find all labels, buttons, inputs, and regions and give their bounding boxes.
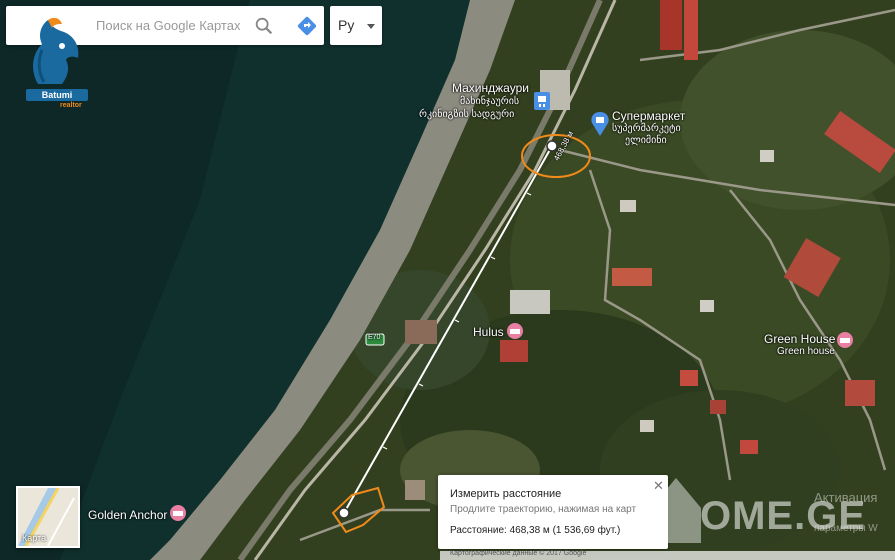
language-label: Ру — [338, 17, 355, 33]
measure-distance-value: Расстояние: 468,38 м (1 536,69 фут.) — [450, 525, 621, 536]
directions-icon[interactable] — [295, 14, 319, 38]
logo-sub: realtor — [60, 102, 82, 109]
golden-anchor-hotel-icon[interactable] — [170, 505, 186, 521]
home-watermark-icon — [651, 478, 701, 543]
map-type-toggle[interactable]: Карта — [16, 486, 80, 548]
measure-distance-panel: Измерить расстояние Продлите траекторию,… — [438, 475, 668, 549]
golden-anchor-label: Golden Anchor — [88, 508, 168, 522]
station-label-ru: Махинджаури — [452, 81, 529, 95]
green-house-label: Green House — [764, 332, 836, 346]
measure-end-point[interactable] — [338, 507, 350, 519]
road-badge-label: E70 — [368, 334, 381, 341]
horse-head-icon — [33, 17, 79, 84]
supermarket-label-ru: Супермаркет — [612, 109, 686, 123]
chevron-down-icon — [367, 24, 375, 29]
language-selector[interactable]: Ру — [330, 6, 382, 45]
station-label-ka1: მახინჯაურის — [460, 96, 520, 107]
supermarket-label-ka1: სუპერმარკეტი — [612, 123, 681, 134]
supermarket-label-ka2: ელიმინი — [625, 135, 667, 146]
hulus-hotel-icon[interactable] — [507, 323, 523, 339]
map-type-label: Карта — [22, 533, 47, 543]
search-input[interactable] — [96, 15, 246, 35]
green-house-hotel-icon[interactable] — [837, 332, 853, 348]
activation-notice-sub: параметры W — [814, 523, 878, 534]
logo-name: Batumi — [26, 89, 88, 101]
map-footer: Картографические данные © 2017 Google — [440, 550, 895, 560]
batumi-realtor-logo: Batumi realtor — [8, 10, 96, 109]
activation-notice: Активация — [814, 490, 878, 505]
station-label-ka2: რკინიგზის სადგური — [419, 109, 515, 120]
measure-hint: Продлите траекторию, нажимая на карт — [450, 504, 637, 515]
train-station-icon[interactable] — [534, 92, 550, 110]
green-house-sublabel: Green house — [777, 346, 835, 357]
measure-title: Измерить расстояние — [450, 488, 562, 500]
map-attribution: Картографические данные © 2017 Google — [450, 550, 587, 557]
search-icon[interactable] — [253, 15, 275, 37]
hulus-label: Hulus — [473, 325, 504, 339]
